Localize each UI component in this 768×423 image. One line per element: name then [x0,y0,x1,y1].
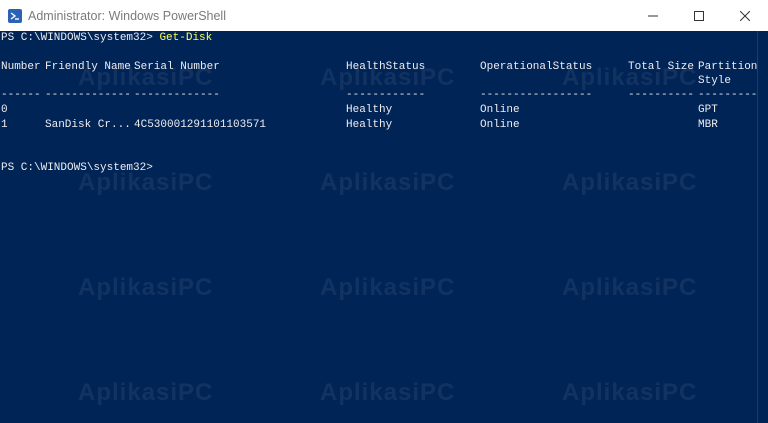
maximize-button[interactable] [676,0,722,31]
separator-total-size: ---------- [628,89,695,101]
watermark: AplikasiPC [562,379,698,406]
row-0-partition-style: GPT [698,104,718,116]
vertical-scrollbar[interactable] [757,31,768,423]
row-1-number: 1 [1,119,8,131]
watermark: AplikasiPC [78,169,214,196]
prompt-line: PS C:\WINDOWS\system32> [1,161,153,175]
title-bar[interactable]: Administrator: Windows PowerShell [0,0,768,31]
prompt-text: PS C:\WINDOWS\system32> [1,32,160,44]
watermark: AplikasiPC [562,274,698,301]
window-controls [630,0,768,31]
close-button[interactable] [722,0,768,31]
row-0-health-status: Healthy [346,104,393,116]
row-1-health-status: Healthy [346,119,393,131]
command-text: Get-Disk [159,32,213,44]
header-friendly-name: Friendly Name [45,61,131,73]
header-operational-status: OperationalStatus [480,61,593,73]
row-1-serial-number: 4C530001291101103571 [134,119,267,131]
separator-partition-style: ---------- [698,89,765,101]
separator-friendly-name: ------------- [45,89,131,101]
console-output[interactable]: AplikasiPC AplikasiPC AplikasiPC Aplikas… [0,31,764,423]
prompt-line: PS C:\WINDOWS\system32> Get-Disk [1,31,212,45]
row-0-operational-status: Online [480,104,520,116]
header-partition-style: Style [698,75,732,87]
separator-operational-status: ----------------- [480,89,593,101]
minimize-button[interactable] [630,0,676,31]
separator-number: ------ [1,89,41,101]
watermark: AplikasiPC [78,274,214,301]
header-health-status: HealthStatus [346,61,426,73]
minimize-icon [648,15,658,16]
prompt-text: PS C:\WINDOWS\system32> [1,162,153,174]
header-serial-number: Serial Number [134,61,220,73]
separator-health-status: ------------ [346,89,426,101]
watermark: AplikasiPC [320,379,456,406]
header-number: Number [1,61,41,73]
watermark: AplikasiPC [320,274,456,301]
header-total-size: Total Size [628,61,695,73]
powershell-icon [8,8,22,23]
row-0-number: 0 [1,104,8,116]
separator-serial-number: ------------- [134,89,220,101]
row-1-partition-style: MBR [698,119,718,131]
row-1-operational-status: Online [480,119,520,131]
row-1-friendly-name: SanDisk Cr... [45,119,131,131]
watermark: AplikasiPC [320,169,456,196]
powershell-window: Administrator: Windows PowerShell Aplika… [0,0,768,423]
header-partition: Partition [698,61,758,73]
maximize-icon [694,10,704,21]
close-icon [740,10,750,21]
window-title: Administrator: Windows PowerShell [28,8,226,23]
watermark: AplikasiPC [562,169,698,196]
watermark: AplikasiPC [78,379,214,406]
